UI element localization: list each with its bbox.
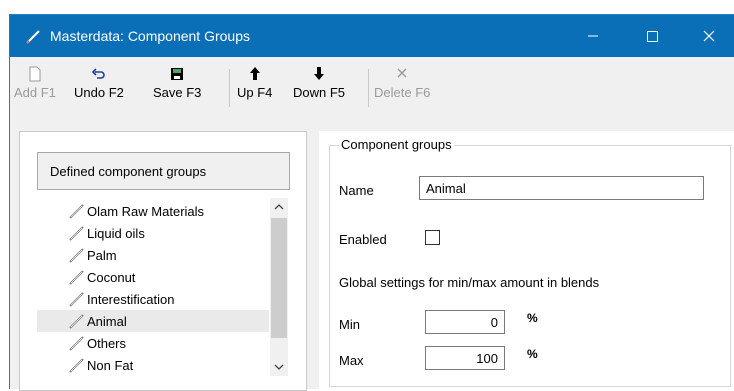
pencil-icon — [69, 314, 84, 329]
list-item[interactable]: Non Fat — [37, 354, 269, 376]
pencil-icon — [69, 336, 84, 351]
name-input[interactable] — [419, 176, 704, 200]
list-header-label: Defined component groups — [50, 164, 207, 179]
save-button[interactable]: Save F3 — [153, 65, 201, 100]
new-document-icon — [29, 66, 41, 82]
list-item[interactable]: Animal — [37, 310, 269, 332]
maximize-button[interactable] — [631, 15, 673, 57]
list-item-label: Non Fat — [87, 358, 134, 373]
undo-button[interactable]: Undo F2 — [74, 65, 124, 100]
list-item[interactable]: Liquid oils — [37, 222, 269, 244]
delete-x-icon — [397, 68, 407, 78]
pencil-icon — [69, 248, 84, 263]
minimize-button[interactable] — [572, 15, 614, 57]
list-item-label: Coconut — [87, 270, 136, 285]
title-bar[interactable]: Masterdata: Component Groups — [10, 15, 734, 57]
app-window: Masterdata: Component Groups Add F1 Undo… — [9, 14, 734, 391]
minimize-icon — [588, 35, 598, 37]
list-header: Defined component groups — [37, 152, 290, 190]
global-settings-text: Global settings for min/max amount in bl… — [339, 275, 600, 290]
content-area: Defined component groups Olam Raw Materi… — [10, 119, 734, 391]
floppy-disk-icon — [171, 68, 184, 80]
scroll-thumb[interactable] — [271, 218, 287, 338]
max-label: Max — [339, 353, 364, 368]
down-button-label: Down F5 — [293, 85, 346, 100]
list-scrollbar[interactable] — [270, 198, 288, 376]
list-item-label: Interestification — [87, 292, 175, 307]
maximize-icon — [647, 31, 658, 42]
up-button[interactable]: Up F4 — [237, 65, 272, 100]
list-item-label: Palm — [87, 248, 117, 263]
pencil-icon — [69, 292, 84, 307]
min-label: Min — [339, 317, 360, 332]
add-button-label: Add F1 — [14, 85, 56, 100]
pencil-icon — [69, 270, 84, 285]
arrow-up-icon — [249, 67, 260, 80]
pencil-icon — [69, 358, 84, 373]
arrow-down-icon — [314, 67, 325, 80]
max-input[interactable] — [425, 346, 505, 370]
groupbox-title: Component groups — [339, 137, 454, 152]
list-item-label: Liquid oils — [87, 226, 145, 241]
pencil-icon — [69, 204, 84, 219]
undo-icon — [91, 68, 105, 79]
list-item-label: Others — [87, 336, 127, 351]
down-button[interactable]: Down F5 — [293, 65, 345, 100]
toolbar-separator — [368, 69, 369, 107]
list-item-label: Animal — [87, 314, 127, 329]
groups-list-panel: Defined component groups Olam Raw Materi… — [19, 131, 307, 391]
pencil-icon — [69, 226, 84, 241]
list-item[interactable]: Others — [37, 332, 269, 354]
list-item[interactable]: Interestification — [37, 288, 269, 310]
toolbar-separator — [229, 69, 230, 107]
component-groups-list[interactable]: Olam Raw Materials Liquid oils Palm Coconut… — [37, 198, 288, 376]
delete-button[interactable]: Delete F6 — [374, 65, 430, 100]
toolbar: Add F1 Undo F2 Save F3 Up F4 Down F5 Del… — [10, 57, 734, 119]
delete-button-label: Delete F6 — [374, 85, 431, 100]
close-icon — [703, 30, 715, 42]
add-button[interactable]: Add F1 — [14, 65, 56, 100]
scroll-down-icon[interactable] — [270, 358, 288, 376]
details-panel: Component groups Name Enabled Global set… — [319, 131, 734, 389]
pencil-icon — [26, 30, 40, 44]
name-label: Name — [339, 183, 374, 198]
min-input[interactable] — [425, 310, 505, 334]
undo-button-label: Undo F2 — [74, 85, 124, 100]
scroll-up-icon[interactable] — [270, 198, 288, 216]
min-percent-sign: % — [527, 311, 538, 325]
close-button[interactable] — [688, 15, 730, 57]
save-button-label: Save F3 — [153, 85, 202, 100]
window-title: Masterdata: Component Groups — [50, 28, 250, 44]
list-item-label: Olam Raw Materials — [87, 204, 205, 219]
list-item[interactable]: Olam Raw Materials — [37, 200, 269, 222]
list-item[interactable]: Coconut — [37, 266, 269, 288]
enabled-checkbox[interactable] — [425, 230, 440, 245]
max-percent-sign: % — [527, 347, 538, 361]
up-button-label: Up F4 — [237, 85, 273, 100]
list-item[interactable]: Palm — [37, 244, 269, 266]
enabled-label: Enabled — [339, 232, 387, 247]
